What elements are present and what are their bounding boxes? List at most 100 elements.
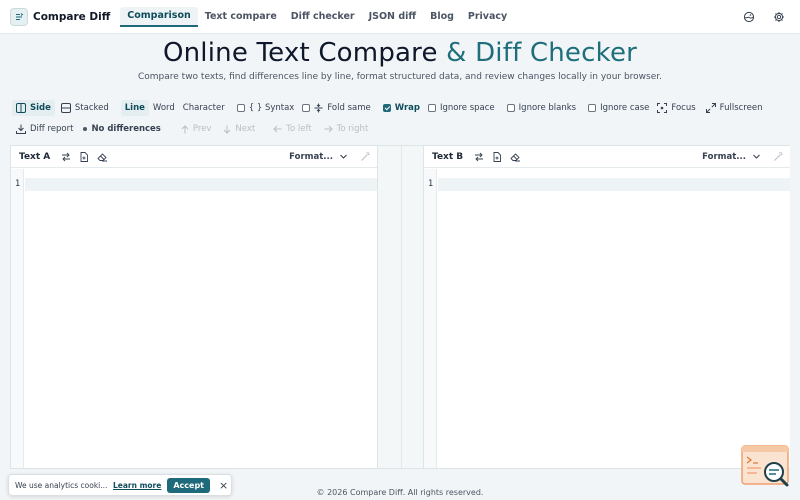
character-mode-button[interactable]: Character <box>179 100 229 116</box>
text-b-line-number: 1 <box>428 179 434 189</box>
magic-wand-icon[interactable] <box>773 151 784 162</box>
download-icon <box>16 124 26 134</box>
fullscreen-button[interactable]: Fullscreen <box>702 100 767 116</box>
side-view-button[interactable]: Side <box>12 100 55 116</box>
ignore-blanks-checkbox[interactable] <box>506 104 515 112</box>
wrap-label: Wrap <box>394 103 420 113</box>
arrow-right-icon <box>324 125 333 133</box>
to-left-label: To left <box>286 124 312 134</box>
ignore-case-toggle[interactable]: Ignore case <box>584 100 653 116</box>
nav-link-diff-checker[interactable]: Diff checker <box>284 7 362 27</box>
open-file-icon[interactable] <box>491 151 503 163</box>
diff-status: No differences <box>79 121 164 137</box>
cookie-banner: We use analytics cooki... Learn more Acc… <box>8 474 232 496</box>
page-title-accent: & Diff Checker <box>437 38 638 68</box>
text-a-active-line <box>25 178 377 191</box>
ignore-space-label: Ignore space <box>440 103 495 113</box>
cookie-learn-more-link[interactable]: Learn more <box>113 481 161 490</box>
focus-label: Focus <box>671 103 696 113</box>
nav-link-privacy[interactable]: Privacy <box>461 7 514 27</box>
swap-icon[interactable] <box>473 151 485 163</box>
top-navbar: Compare Diff Comparison Text compare Dif… <box>0 0 800 34</box>
brand[interactable]: Compare Diff <box>10 7 111 26</box>
prev-diff-label: Prev <box>192 124 212 134</box>
arrow-up-icon <box>181 124 189 133</box>
chevron-down-icon[interactable] <box>752 152 761 161</box>
fold-same-checkbox[interactable] <box>302 104 311 112</box>
text-a-line-number: 1 <box>15 179 21 189</box>
chevron-down-icon[interactable] <box>339 152 348 161</box>
cookie-text: We use analytics cooki... <box>15 480 108 490</box>
diff-nav-toolbar: Diff report No differences Prev Next To … <box>12 121 372 137</box>
text-b-format-select[interactable]: Format... <box>702 152 746 162</box>
compare-panels: Text A Format... 1 Text B Format... 1 <box>10 145 790 469</box>
stacked-view-label: Stacked <box>74 103 109 113</box>
text-a-label: Text A <box>19 151 51 162</box>
settings-gear-icon[interactable] <box>772 10 786 24</box>
text-a-panel: Text A Format... 1 <box>11 146 377 468</box>
next-diff-label: Next <box>235 124 256 134</box>
nav-link-comparison[interactable]: Comparison <box>120 6 198 27</box>
fullscreen-label: Fullscreen <box>719 103 763 113</box>
wrap-toggle[interactable]: Wrap <box>379 100 424 116</box>
focus-button[interactable]: Focus <box>653 100 699 116</box>
nav-link-blog[interactable]: Blog <box>423 7 461 27</box>
eraser-icon[interactable] <box>509 151 521 163</box>
to-left-button[interactable]: To left <box>269 121 315 137</box>
next-diff-button[interactable]: Next <box>219 121 259 137</box>
fullscreen-icon <box>705 103 716 113</box>
stacked-view-button[interactable]: Stacked <box>57 100 113 116</box>
theme-icon[interactable] <box>742 10 756 24</box>
stacked-icon <box>60 103 71 113</box>
nav-icons <box>742 10 786 24</box>
nav-link-json-diff[interactable]: JSON diff <box>362 7 423 27</box>
ignore-space-checkbox[interactable] <box>428 104 436 112</box>
ignore-blanks-label: Ignore blanks <box>518 103 577 113</box>
magic-wand-icon[interactable] <box>360 151 371 162</box>
prev-diff-button[interactable]: Prev <box>177 121 216 137</box>
ignore-space-toggle[interactable]: Ignore space <box>424 100 499 116</box>
text-b-format-controls: Format... <box>702 151 784 162</box>
diff-report-button[interactable]: Diff report <box>12 121 77 137</box>
text-b-active-line <box>438 178 790 191</box>
focus-icon <box>657 103 668 113</box>
eraser-icon[interactable] <box>96 151 108 163</box>
close-icon[interactable]: × <box>219 479 228 492</box>
text-a-gutter: 1 <box>11 169 24 468</box>
search-inspect-icon <box>741 445 789 487</box>
fold-same-label: Fold same <box>327 103 371 113</box>
ignore-blanks-toggle[interactable]: Ignore blanks <box>503 100 580 116</box>
brand-name: Compare Diff <box>33 10 111 23</box>
page-subtitle: Compare two texts, find differences line… <box>137 72 662 82</box>
open-file-icon[interactable] <box>78 151 90 163</box>
diff-status-text: No differences <box>91 124 161 134</box>
ignore-case-label: Ignore case <box>600 103 650 113</box>
side-by-side-icon <box>16 103 26 113</box>
word-mode-label: Word <box>152 103 175 113</box>
diff-gutter <box>377 146 424 468</box>
swap-icon[interactable] <box>60 151 72 163</box>
syntax-label: { } Syntax <box>248 103 295 113</box>
text-a-format-select[interactable]: Format... <box>289 152 333 162</box>
word-mode-button[interactable]: Word <box>149 100 179 116</box>
floating-help-widget[interactable] <box>740 444 792 490</box>
text-b-header: Text B Format... <box>424 146 790 168</box>
fold-same-toggle[interactable]: Fold same <box>298 100 374 116</box>
cookie-accept-button[interactable]: Accept <box>167 477 210 493</box>
to-right-label: To right <box>336 124 369 134</box>
fold-icon <box>314 103 323 113</box>
text-a-editor[interactable]: 1 <box>11 169 377 468</box>
syntax-toggle[interactable]: { } Syntax <box>233 100 299 116</box>
character-mode-label: Character <box>182 103 225 113</box>
text-b-editor[interactable]: 1 <box>424 169 790 468</box>
ignore-case-checkbox[interactable] <box>588 104 597 112</box>
text-a-header: Text A Format... <box>11 146 377 168</box>
nav-link-text-compare[interactable]: Text compare <box>198 7 284 27</box>
nav-links: Comparison Text compare Diff checker JSO… <box>120 0 514 34</box>
line-mode-button[interactable]: Line <box>120 100 149 116</box>
syntax-checkbox[interactable] <box>236 104 245 112</box>
text-b-gutter: 1 <box>424 169 437 468</box>
wrap-checkbox[interactable] <box>382 104 391 112</box>
arrow-left-icon <box>273 125 282 133</box>
to-right-button[interactable]: To right <box>320 121 373 137</box>
